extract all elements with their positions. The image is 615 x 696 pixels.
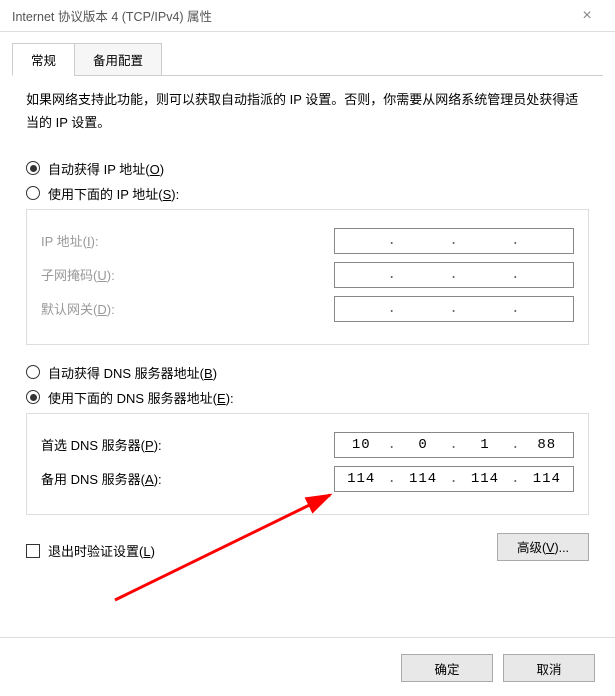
close-icon[interactable]: ×: [567, 7, 607, 25]
titlebar: Internet 协议版本 4 (TCP/IPv4) 属性 ×: [0, 0, 615, 32]
default-gateway-label: 默认网关(D):: [41, 299, 334, 318]
radio-manual-ip[interactable]: 使用下面的 IP 地址(S):: [26, 184, 589, 203]
alt-dns-input[interactable]: 114. 114. 114. 114: [334, 466, 574, 492]
cancel-button[interactable]: 取消: [503, 654, 595, 682]
ip-group: IP 地址(I): ... 子网掩码(U): ... 默认网关(D): ...: [26, 209, 589, 345]
field-alt-dns: 备用 DNS 服务器(A): 114. 114. 114. 114: [41, 466, 574, 492]
checkbox-icon: [26, 544, 40, 558]
ip-address-label: IP 地址(I):: [41, 231, 334, 250]
tab-alternate[interactable]: 备用配置: [74, 43, 162, 76]
radio-icon: [26, 390, 40, 404]
field-subnet-mask: 子网掩码(U): ...: [41, 262, 574, 288]
dialog-footer: 确定 取消: [391, 654, 595, 682]
radio-auto-ip[interactable]: 自动获得 IP 地址(O): [26, 159, 589, 178]
radio-icon: [26, 365, 40, 379]
window-title: Internet 协议版本 4 (TCP/IPv4) 属性: [12, 6, 567, 25]
primary-dns-input[interactable]: 10. 0. 1. 88: [334, 432, 574, 458]
ip-address-input: ...: [334, 228, 574, 254]
field-default-gateway: 默认网关(D): ...: [41, 296, 574, 322]
default-gateway-input: ...: [334, 296, 574, 322]
dialog-body: 如果网络支持此功能，则可以获取自动指派的 IP 设置。否则，你需要从网络系统管理…: [0, 76, 615, 561]
dns-group: 首选 DNS 服务器(P): 10. 0. 1. 88 备用 DNS 服务器(A…: [26, 413, 589, 515]
footer-divider: [0, 637, 615, 638]
primary-dns-label: 首选 DNS 服务器(P):: [41, 435, 334, 454]
subnet-mask-label: 子网掩码(U):: [41, 265, 334, 284]
validate-advanced-row: 退出时验证设置(L) 高级(V)...: [26, 533, 589, 561]
field-ip-address: IP 地址(I): ...: [41, 228, 574, 254]
radio-auto-dns[interactable]: 自动获得 DNS 服务器地址(B): [26, 363, 589, 382]
alt-dns-label: 备用 DNS 服务器(A):: [41, 469, 334, 488]
intro-text: 如果网络支持此功能，则可以获取自动指派的 IP 设置。否则，你需要从网络系统管理…: [26, 88, 589, 135]
ok-button[interactable]: 确定: [401, 654, 493, 682]
validate-checkbox[interactable]: 退出时验证设置(L): [26, 541, 155, 561]
tab-general[interactable]: 常规: [12, 43, 75, 76]
radio-icon: [26, 161, 40, 175]
radio-icon: [26, 186, 40, 200]
radio-manual-dns[interactable]: 使用下面的 DNS 服务器地址(E):: [26, 388, 589, 407]
tab-strip: 常规 备用配置: [12, 42, 603, 76]
subnet-mask-input: ...: [334, 262, 574, 288]
field-primary-dns: 首选 DNS 服务器(P): 10. 0. 1. 88: [41, 432, 574, 458]
advanced-button[interactable]: 高级(V)...: [497, 533, 589, 561]
